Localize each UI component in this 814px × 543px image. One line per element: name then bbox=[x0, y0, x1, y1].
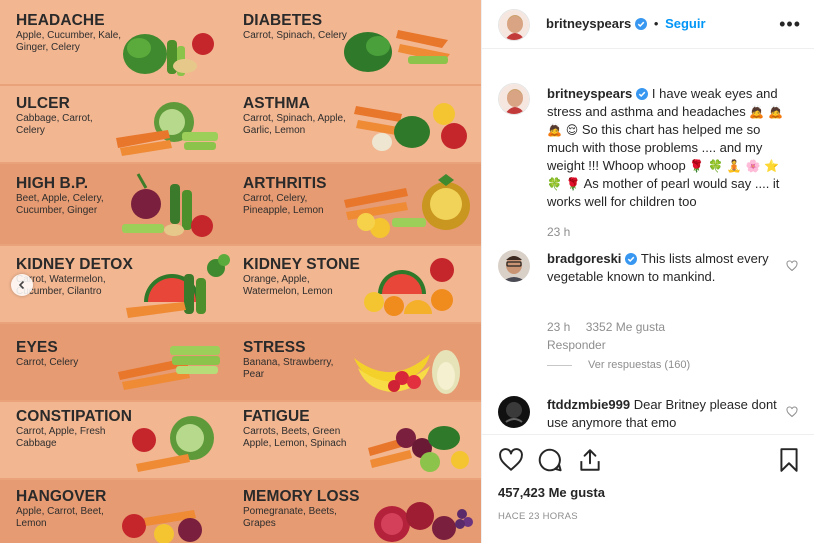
condition-ingredients: Apple, Carrot, Beet, Lemon bbox=[16, 506, 104, 529]
save-bookmark-icon[interactable] bbox=[778, 447, 800, 473]
condition-ingredients: Orange, Apple, Watermelon, Lemon bbox=[243, 274, 333, 297]
header-user-line: britneyspears • Seguir bbox=[546, 16, 706, 31]
caption: britneyspears I have weak eyes and stres… bbox=[498, 83, 798, 239]
chevron-left-icon bbox=[18, 280, 25, 290]
verified-badge-icon bbox=[635, 18, 648, 30]
emoji-group: 🌹 🍀 🧘 bbox=[689, 159, 742, 173]
more-options-button[interactable]: ••• bbox=[779, 14, 801, 35]
condition-ingredients: Carrot, Apple, Fresh Cabbage bbox=[16, 426, 106, 449]
vegetables-illustration bbox=[344, 174, 470, 238]
verified-badge-icon bbox=[636, 88, 649, 100]
condition-ingredients: Carrot, Spinach, Celery bbox=[243, 30, 347, 41]
profile-photo bbox=[499, 10, 529, 40]
vegetables-illustration bbox=[132, 416, 214, 472]
comment-meta: 23 h 3352 Me gusta bbox=[547, 320, 665, 334]
vegetables-illustration bbox=[122, 510, 202, 543]
chart-row: ULCER Cabbage, Carrot, Celery ASTHMA Car… bbox=[0, 86, 481, 162]
caption-time[interactable]: 23 h bbox=[547, 225, 570, 239]
post-header: britneyspears • Seguir ••• bbox=[482, 0, 814, 49]
like-heart-icon[interactable] bbox=[498, 447, 524, 473]
comment: ftddzmbie999 Dear Britney please dont us… bbox=[498, 396, 798, 434]
chart-row: EYES Carrot, Celery STRESS Banana, Straw… bbox=[0, 324, 481, 400]
comment-likes[interactable]: 3352 Me gusta bbox=[586, 320, 665, 334]
caption-body-3: As mother of pearl would say .... it wor… bbox=[547, 176, 780, 209]
header-username[interactable]: britneyspears bbox=[546, 16, 631, 31]
profile-photo bbox=[499, 84, 529, 114]
vegetables-illustration bbox=[368, 426, 469, 472]
vegetables-illustration bbox=[116, 102, 218, 156]
condition-ingredients: Carrots, Beets, Green Apple, Lemon, Spin… bbox=[243, 426, 347, 449]
condition-ingredients: Carrot, Spinach, Apple, Garlic, Lemon bbox=[243, 113, 346, 136]
vegetables-illustration bbox=[364, 258, 454, 316]
comments-section: britneyspears I have weak eyes and stres… bbox=[482, 49, 814, 434]
comment-text: ftddzmbie999 Dear Britney please dont us… bbox=[547, 396, 787, 432]
share-icon[interactable] bbox=[577, 447, 603, 473]
divider-line bbox=[547, 364, 572, 366]
avatar[interactable] bbox=[498, 9, 530, 41]
vegetables-illustration bbox=[344, 30, 450, 72]
post-timestamp[interactable]: HACE 23 HORAS bbox=[498, 511, 578, 522]
fruits-illustration bbox=[354, 350, 460, 394]
vegetables-illustration bbox=[126, 254, 230, 318]
carousel-prev-button[interactable] bbox=[11, 274, 33, 296]
comment-username[interactable]: bradgoreski bbox=[547, 251, 621, 266]
fruits-illustration bbox=[374, 502, 473, 542]
vegetables-illustration bbox=[354, 103, 467, 151]
condition-ingredients: Carrot, Celery, Pineapple, Lemon bbox=[243, 193, 324, 216]
condition-ingredients: Apple, Cucumber, Kale, Ginger, Celery bbox=[16, 30, 122, 53]
post-image: HEADACHE Apple, Cucumber, Kale, Ginger, … bbox=[0, 0, 481, 543]
profile-photo bbox=[498, 250, 530, 282]
vegetables-illustration bbox=[118, 346, 220, 390]
comment-time[interactable]: 23 h bbox=[547, 320, 570, 334]
vegetables-illustration bbox=[123, 33, 214, 76]
condition-ingredients: Carrot, Celery bbox=[16, 357, 79, 368]
chart-row: HEADACHE Apple, Cucumber, Kale, Ginger, … bbox=[0, 0, 481, 84]
chart-row: HANGOVER Apple, Carrot, Beet, Lemon MEMO… bbox=[0, 480, 481, 543]
caption-username[interactable]: britneyspears bbox=[547, 86, 632, 101]
chart-row: KIDNEY DETOX Carrot, Watermelon, Cucumbe… bbox=[0, 246, 481, 322]
comment-text: bradgoreski This lists almost every vege… bbox=[547, 250, 787, 286]
vegetables-illustration bbox=[122, 173, 213, 237]
verified-badge-icon bbox=[625, 253, 638, 265]
avatar[interactable] bbox=[498, 250, 530, 282]
separator-dot: • bbox=[653, 16, 659, 31]
condition-ingredients: Beet, Apple, Celery, Cucumber, Ginger bbox=[16, 193, 104, 216]
avatar[interactable] bbox=[498, 83, 530, 115]
follow-button[interactable]: Seguir bbox=[665, 16, 705, 31]
caption-text: britneyspears I have weak eyes and stres… bbox=[547, 85, 787, 211]
post-actions: 457,423 Me gusta HACE 23 HORAS bbox=[482, 434, 814, 543]
avatar[interactable] bbox=[498, 396, 530, 428]
condition-ingredients: Cabbage, Carrot, Celery bbox=[16, 113, 93, 136]
comment-bubble-icon[interactable] bbox=[537, 447, 563, 473]
comment: bradgoreski This lists almost every vege… bbox=[498, 250, 798, 380]
post-sidebar: britneyspears • Seguir ••• britneyspears… bbox=[481, 0, 814, 543]
chart-row: CONSTIPATION Carrot, Apple, Fresh Cabbag… bbox=[0, 402, 481, 478]
reply-button[interactable]: Responder bbox=[547, 338, 606, 352]
view-replies-button[interactable]: Ver respuestas (160) bbox=[547, 359, 690, 371]
condition-ingredients: Pomegranate, Beets, Grapes bbox=[243, 506, 337, 529]
view-replies-label: Ver respuestas (160) bbox=[588, 359, 691, 371]
chart-row: HIGH B.P. Beet, Apple, Celery, Cucumber,… bbox=[0, 164, 481, 244]
profile-photo bbox=[498, 396, 530, 428]
comment-username[interactable]: ftddzmbie999 bbox=[547, 397, 630, 412]
like-comment-heart-icon[interactable] bbox=[786, 260, 798, 272]
condition-ingredients: Banana, Strawberry, Pear bbox=[243, 357, 334, 380]
likes-count[interactable]: 457,423 Me gusta bbox=[498, 485, 605, 500]
like-comment-heart-icon[interactable] bbox=[786, 406, 798, 418]
